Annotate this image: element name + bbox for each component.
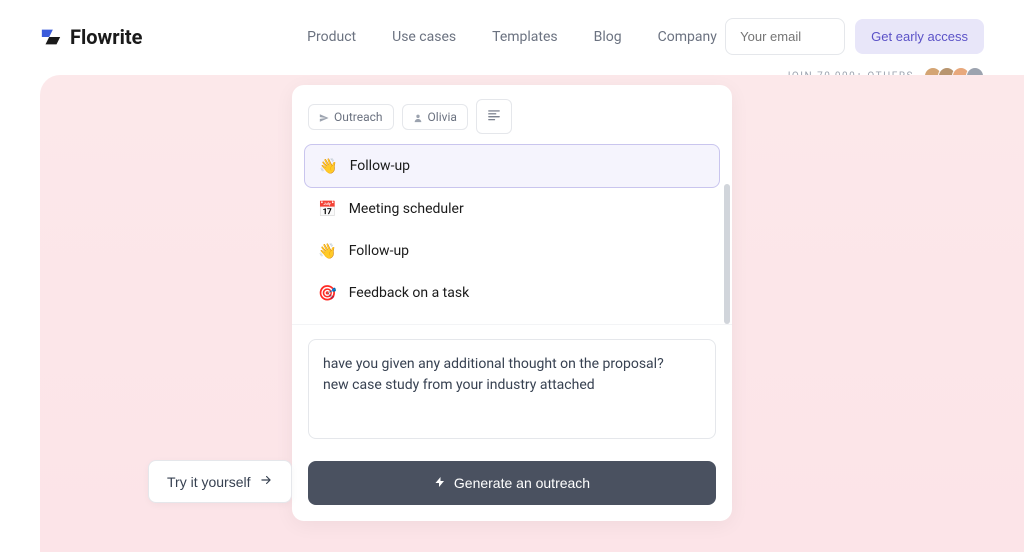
template-list: 👋 Follow-up 📅 Meeting scheduler 👋 Follow… (292, 144, 732, 324)
nav-use-cases[interactable]: Use cases (392, 29, 456, 45)
logo[interactable]: Flowrite (40, 25, 142, 49)
send-icon (319, 112, 329, 122)
target-icon: 🎯 (318, 284, 337, 302)
get-early-access-button[interactable]: Get early access (855, 19, 984, 54)
template-meeting-scheduler[interactable]: 📅 Meeting scheduler (304, 188, 720, 230)
format-button[interactable] (476, 99, 512, 134)
template-label: Follow-up (350, 158, 410, 174)
align-left-icon (487, 107, 501, 126)
chip-recipient-label: Olivia (428, 110, 457, 124)
main-nav: Product Use cases Templates Blog Company (307, 29, 717, 45)
nav-product[interactable]: Product (307, 29, 356, 45)
generate-button[interactable]: Generate an outreach (308, 461, 716, 505)
template-followup[interactable]: 👋 Follow-up (304, 144, 720, 188)
template-label: Meeting scheduler (349, 201, 464, 217)
try-label: Try it yourself (167, 474, 251, 490)
wave-icon: 👋 (319, 157, 338, 175)
nav-blog[interactable]: Blog (594, 29, 622, 45)
composer-card: Outreach Olivia 👋 Follow-up 📅 Meeting sc… (292, 85, 732, 521)
email-field[interactable] (725, 18, 845, 55)
person-icon (413, 112, 423, 122)
try-it-yourself-button[interactable]: Try it yourself (148, 460, 292, 503)
arrow-right-icon (259, 473, 273, 490)
bolt-icon (434, 475, 446, 491)
calendar-icon: 📅 (318, 200, 337, 218)
nav-templates[interactable]: Templates (492, 29, 558, 45)
nav-company[interactable]: Company (658, 29, 717, 45)
chip-recipient[interactable]: Olivia (402, 104, 468, 130)
template-label: Feedback on a task (349, 285, 470, 301)
scrollbar[interactable] (724, 184, 730, 324)
wave-icon: 👋 (318, 242, 337, 260)
template-label: Follow-up (349, 243, 409, 259)
generate-button-label: Generate an outreach (454, 475, 590, 491)
chip-outreach-label: Outreach (334, 110, 383, 124)
template-feedback[interactable]: 🎯 Feedback on a task (304, 272, 720, 314)
chip-outreach[interactable]: Outreach (308, 104, 394, 130)
template-followup-2[interactable]: 👋 Follow-up (304, 230, 720, 272)
logo-icon (40, 26, 62, 48)
message-input[interactable] (308, 339, 716, 439)
brand-name: Flowrite (70, 25, 142, 49)
